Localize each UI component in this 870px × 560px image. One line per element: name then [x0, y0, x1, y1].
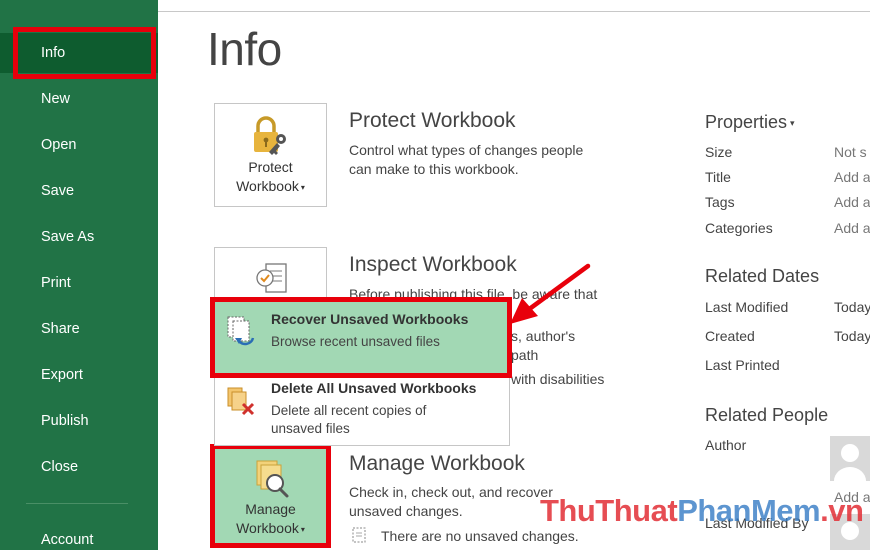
protect-workbook-desc-2: can make to this workbook. [349, 161, 519, 177]
delete-title: Delete All Unsaved Workbooks [271, 380, 477, 396]
prop-title-value[interactable]: Add a [834, 169, 870, 185]
prop-tags-value[interactable]: Add a [834, 194, 870, 210]
last-modified-by-avatar [830, 514, 870, 550]
prop-created-label: Created [705, 328, 755, 344]
recover-unsaved-workbooks-item[interactable]: Recover Unsaved Workbooks Browse recent … [215, 302, 509, 378]
nav-account[interactable]: Account [0, 520, 158, 560]
nav-new[interactable]: New [0, 79, 158, 119]
nav-publish[interactable]: Publish [0, 401, 158, 441]
protect-workbook-desc-1: Control what types of changes people [349, 142, 584, 158]
prop-author-label: Author [705, 437, 747, 453]
nav-publish-label: Publish [41, 413, 89, 429]
inspect-desc-fragment-path: path [511, 347, 539, 363]
nav-new-label: New [41, 91, 71, 107]
lock-key-icon [254, 116, 286, 155]
protect-workbook-title: Protect Workbook [349, 109, 516, 132]
recover-subtitle: Browse recent unsaved files [271, 334, 440, 349]
document-icon [352, 527, 366, 543]
nav-print-label: Print [41, 275, 71, 291]
nav-save-as-label: Save As [41, 229, 95, 245]
caret-down-icon: ▾ [300, 524, 305, 534]
prop-last-modified-value: Today [834, 299, 870, 315]
recover-workbooks-icon [227, 316, 255, 346]
protect-workbook-button[interactable]: Protect Workbook ▾ [214, 103, 327, 207]
nav-export[interactable]: Export [0, 355, 158, 395]
prop-size-value: Not s [834, 144, 867, 160]
nav-save-label: Save [41, 183, 75, 199]
person-icon [841, 522, 859, 540]
backstage-sidebar: Info New Open Save Save As Print Share E… [0, 0, 158, 550]
prop-categories-label: Categories [705, 220, 773, 236]
add-author-link[interactable]: Add a [834, 489, 870, 505]
delete-subtitle-2: unsaved files [271, 421, 350, 436]
nav-open-label: Open [41, 137, 77, 153]
prop-last-modified-label: Last Modified [705, 299, 789, 315]
caret-down-icon: ▾ [790, 117, 795, 128]
related-dates-heading: Related Dates [705, 266, 820, 286]
prop-tags-label: Tags [705, 194, 735, 210]
prop-last-modified-by-label: Last Modified By [705, 515, 809, 531]
nav-account-label: Account [41, 532, 94, 548]
protect-button-label-line1: Protect [248, 159, 293, 175]
person-icon [834, 444, 866, 481]
related-people-heading: Related People [705, 405, 829, 425]
nav-close-label: Close [41, 459, 79, 475]
nav-close[interactable]: Close [0, 447, 158, 487]
recover-title: Recover Unsaved Workbooks [271, 311, 469, 327]
prop-last-printed-label: Last Printed [705, 357, 780, 373]
manage-workbook-dropdown: Recover Unsaved Workbooks Browse recent … [214, 300, 510, 446]
top-border [158, 11, 870, 12]
manage-workbook-button[interactable]: Manage Workbook ▾ [214, 446, 327, 546]
delete-subtitle-1: Delete all recent copies of [271, 403, 427, 418]
prop-categories-value[interactable]: Add a [834, 220, 870, 236]
annotation-arrow-icon [510, 263, 591, 324]
nav-save-as[interactable]: Save As [0, 217, 158, 257]
check-for-issues-button[interactable] [214, 247, 327, 307]
manage-workbook-title: Manage Workbook [349, 452, 525, 475]
manage-workbook-desc-2: unsaved changes. [349, 503, 463, 519]
watermark: ThuThuatPhanMem.vn [540, 493, 864, 528]
nav-info[interactable]: Info [0, 33, 158, 73]
nav-save[interactable]: Save [0, 171, 158, 211]
page-title: Info [207, 23, 282, 75]
caret-down-icon: ▾ [300, 182, 305, 192]
nav-open[interactable]: Open [0, 125, 158, 165]
manage-status-text: There are no unsaved changes. [381, 528, 579, 544]
nav-share-label: Share [41, 321, 80, 337]
protect-button-label-line2: Workbook ▾ [236, 178, 305, 194]
prop-created-value: Today [834, 328, 870, 344]
delete-workbooks-icon [227, 387, 255, 416]
nav-info-label: Info [41, 45, 66, 61]
inspect-desc-fragment-disabilities: with disabilities [511, 371, 605, 387]
properties-heading[interactable]: Properties ▾ [705, 112, 795, 133]
nav-print[interactable]: Print [0, 263, 158, 303]
nav-export-label: Export [41, 367, 83, 383]
manage-workbook-icon [256, 460, 289, 498]
prop-title-label: Title [705, 169, 731, 185]
manage-workbook-desc-1: Check in, check out, and recover [349, 484, 553, 500]
nav-share[interactable]: Share [0, 309, 158, 349]
inspect-document-icon [256, 263, 287, 293]
inspect-workbook-title: Inspect Workbook [349, 253, 517, 276]
manage-button-label-line1: Manage [245, 501, 296, 517]
prop-size-label: Size [705, 144, 733, 160]
delete-unsaved-workbooks-item[interactable]: Delete All Unsaved Workbooks Delete all … [215, 378, 509, 446]
nav-divider [26, 503, 128, 504]
manage-button-label-line2: Workbook ▾ [236, 520, 305, 536]
author-avatar [830, 436, 870, 481]
